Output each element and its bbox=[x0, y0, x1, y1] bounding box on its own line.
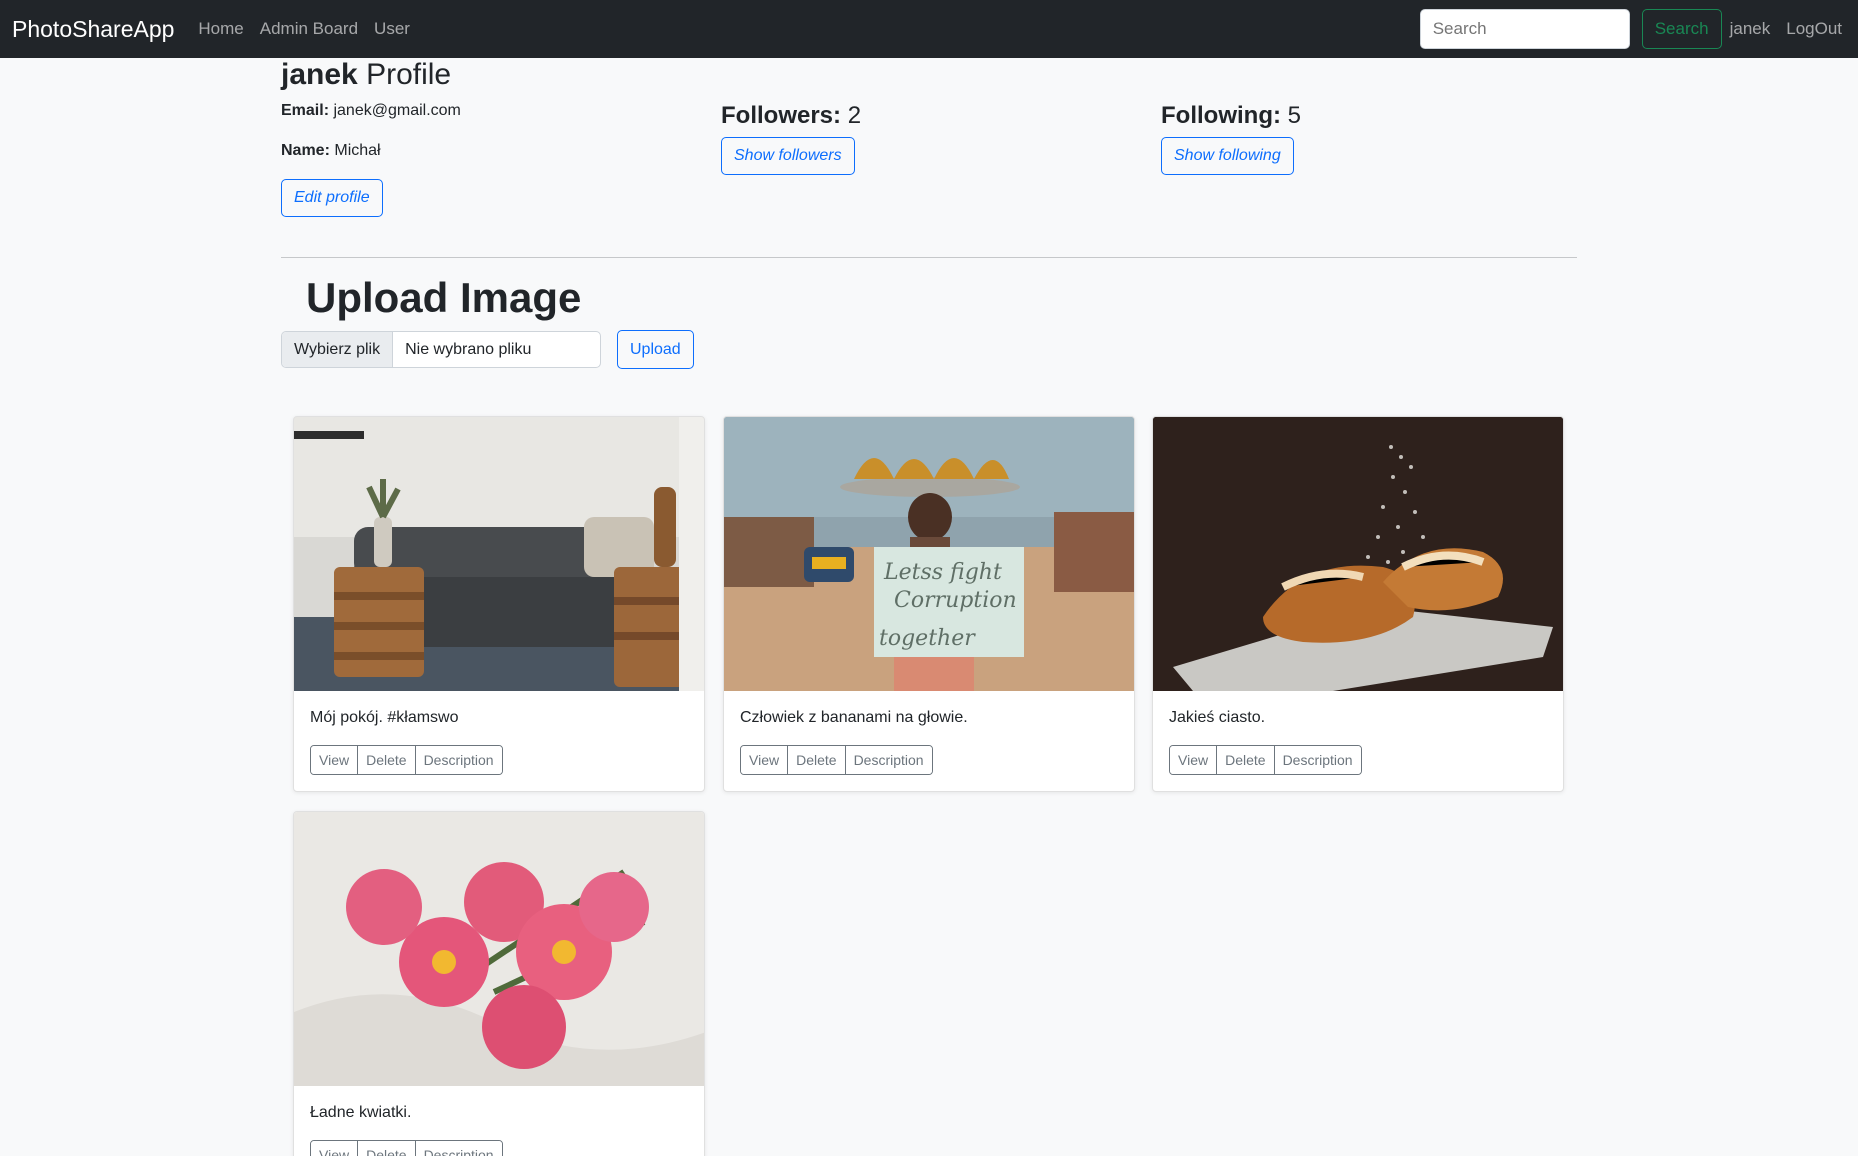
email-line: Email: janek@gmail.com bbox=[281, 102, 461, 120]
delete-button[interactable]: Delete bbox=[1217, 746, 1275, 774]
photo-card: Ładne kwiatki. View Delete Description bbox=[293, 811, 705, 1156]
card-body: Mój pokój. #kłamswo View Delete Descript… bbox=[294, 691, 704, 791]
delete-button[interactable]: Delete bbox=[358, 1141, 416, 1156]
svg-text:Letss fight: Letss fight bbox=[883, 560, 1002, 585]
upload-title: Upload Image bbox=[306, 274, 582, 321]
photo-card: Jakieś ciasto. View Delete Description bbox=[1152, 416, 1564, 792]
followers-count: 2 bbox=[847, 102, 862, 129]
upload-button[interactable]: Upload bbox=[617, 330, 694, 369]
nav-admin-board[interactable]: Admin Board bbox=[260, 19, 358, 39]
following-count: 5 bbox=[1287, 102, 1301, 129]
description-button[interactable]: Description bbox=[415, 1141, 502, 1156]
view-button[interactable]: View bbox=[1170, 746, 1218, 774]
following-stat: Following: 5 bbox=[1161, 102, 1301, 130]
card-body: Jakieś ciasto. View Delete Description bbox=[1153, 691, 1563, 791]
photo-description: Mój pokój. #kłamswo bbox=[310, 709, 459, 726]
name-line: Name: Michał bbox=[281, 142, 381, 160]
profile-username: janek bbox=[281, 58, 358, 91]
file-input[interactable]: Wybierz plik Nie wybrano pliku bbox=[281, 331, 601, 368]
photo-actions: View Delete Description bbox=[740, 745, 933, 775]
photo-description: Jakieś ciasto. bbox=[1169, 709, 1266, 726]
photo-actions: View Delete Description bbox=[310, 745, 503, 775]
photo-actions: View Delete Description bbox=[1169, 745, 1362, 775]
navbar-right: Search janek LogOut bbox=[1419, 0, 1858, 58]
view-button[interactable]: View bbox=[311, 746, 359, 774]
section-divider bbox=[281, 257, 1577, 258]
card-body: Ładne kwiatki. View Delete Description bbox=[294, 1086, 704, 1156]
nav-home[interactable]: Home bbox=[198, 19, 243, 39]
show-followers-button[interactable]: Show followers bbox=[721, 137, 855, 175]
photo-description: Człowiek z bananami na głowie. bbox=[740, 709, 968, 726]
nav-user[interactable]: User bbox=[374, 19, 410, 39]
photo-actions: View Delete Description bbox=[310, 1140, 503, 1156]
page-title: janek Profile bbox=[281, 58, 451, 92]
svg-text:together: together bbox=[879, 626, 976, 651]
top-navbar: PhotoShareApp Home Admin Board User Sear… bbox=[0, 0, 1858, 58]
followers-stat: Followers: 2 bbox=[721, 102, 861, 130]
description-button[interactable]: Description bbox=[415, 746, 502, 774]
name-value: Michał bbox=[334, 142, 381, 159]
photo-image[interactable] bbox=[294, 812, 705, 1086]
photo-image[interactable] bbox=[294, 417, 705, 691]
photo-card: Letss fight Corruption together Człowiek… bbox=[723, 416, 1135, 792]
view-button[interactable]: View bbox=[311, 1141, 359, 1156]
edit-profile-button[interactable]: Edit profile bbox=[281, 179, 383, 217]
file-status: Nie wybrano pliku bbox=[405, 340, 532, 358]
photo-description: Ładne kwiatki. bbox=[310, 1104, 412, 1121]
search-button[interactable]: Search bbox=[1641, 9, 1722, 49]
card-body: Człowiek z bananami na głowie. View Dele… bbox=[724, 691, 1134, 791]
show-following-button[interactable]: Show following bbox=[1161, 137, 1294, 175]
email-label: Email: bbox=[281, 102, 330, 119]
search-input[interactable] bbox=[1419, 9, 1630, 49]
followers-label: Followers: bbox=[721, 102, 842, 129]
delete-button[interactable]: Delete bbox=[788, 746, 846, 774]
nav-username[interactable]: janek bbox=[1730, 19, 1771, 39]
profile-title-suffix: Profile bbox=[366, 58, 452, 91]
following-label: Following: bbox=[1161, 102, 1281, 129]
photo-card: Mój pokój. #kłamswo View Delete Descript… bbox=[293, 416, 705, 792]
description-button[interactable]: Description bbox=[845, 746, 932, 774]
svg-text:Corruption: Corruption bbox=[894, 588, 1017, 613]
photo-image[interactable]: Letss fight Corruption together bbox=[724, 417, 1135, 691]
name-label: Name: bbox=[281, 142, 330, 159]
description-button[interactable]: Description bbox=[1274, 746, 1361, 774]
delete-button[interactable]: Delete bbox=[358, 746, 416, 774]
email-value: janek@gmail.com bbox=[333, 102, 461, 119]
brand-logo[interactable]: PhotoShareApp bbox=[12, 16, 174, 43]
photo-image[interactable] bbox=[1153, 417, 1564, 691]
view-button[interactable]: View bbox=[741, 746, 789, 774]
logout-link[interactable]: LogOut bbox=[1786, 19, 1842, 39]
choose-file-button[interactable]: Wybierz plik bbox=[282, 332, 394, 367]
